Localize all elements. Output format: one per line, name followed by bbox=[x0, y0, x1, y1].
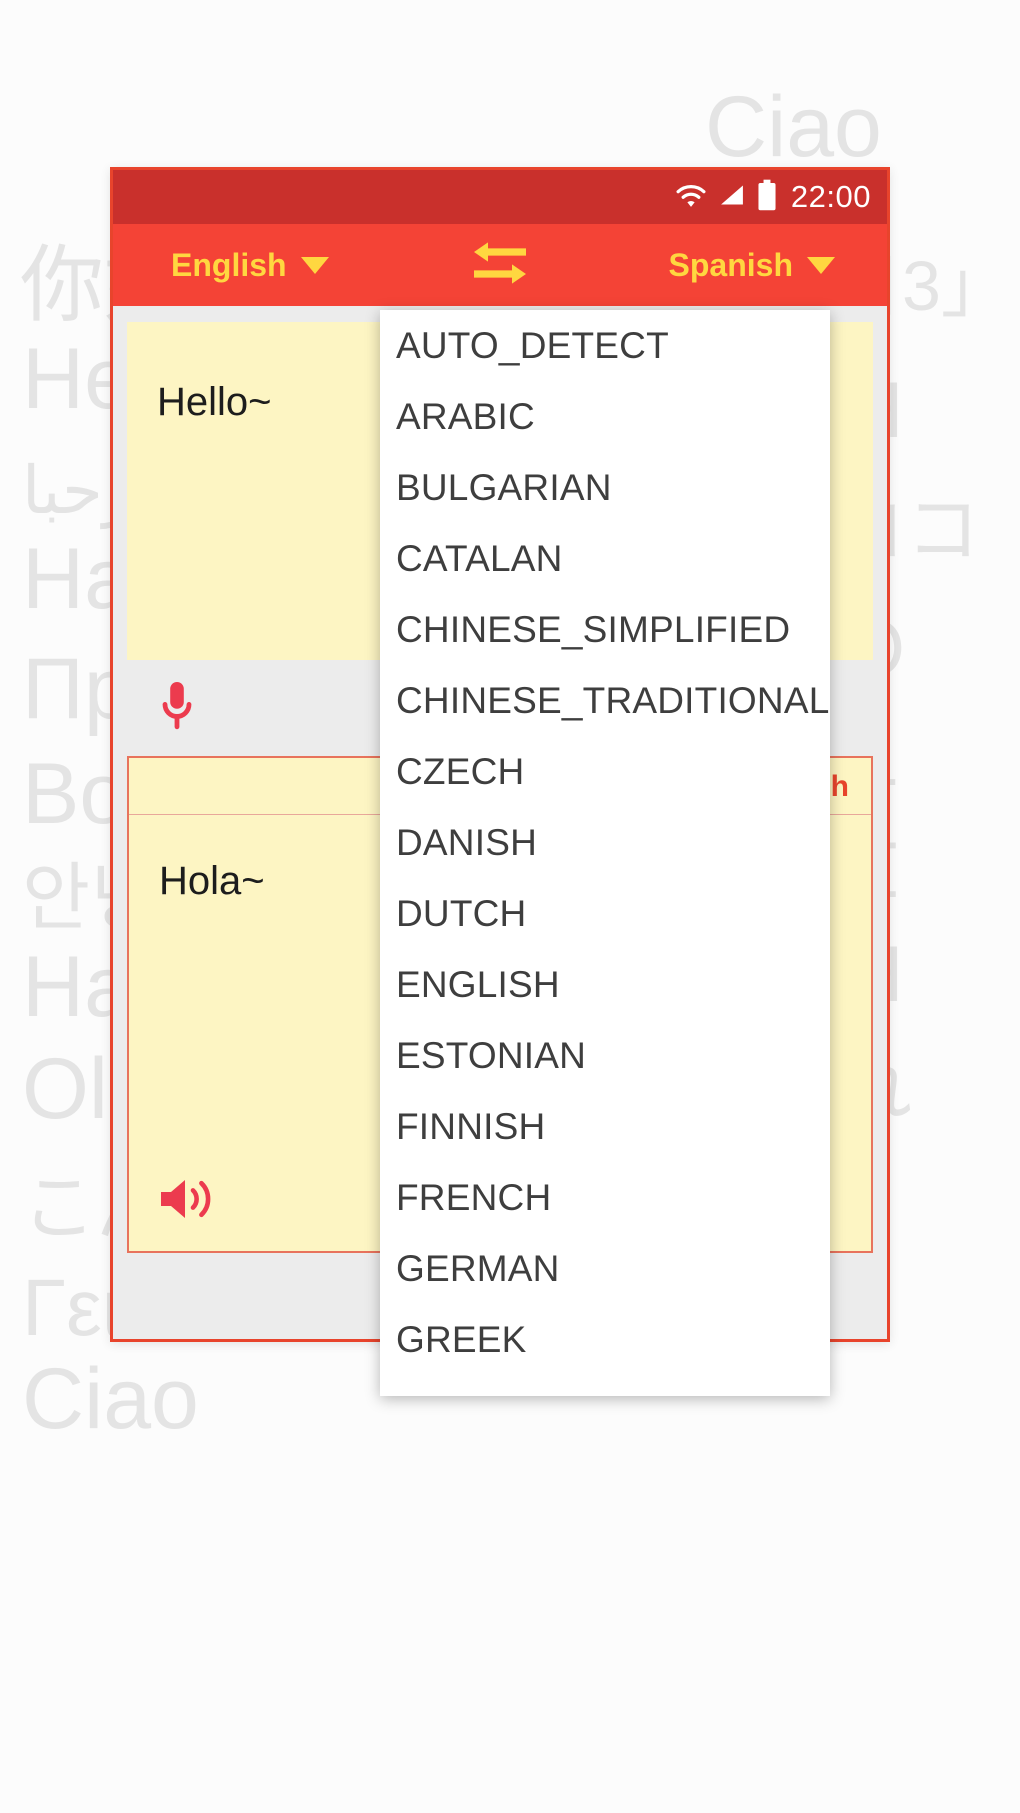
target-language-label: Spanish bbox=[668, 246, 793, 283]
wallpaper-word: Ciao bbox=[705, 79, 882, 175]
status-time: 22:00 bbox=[790, 179, 871, 214]
dropdown-item-arabic[interactable]: ARABIC bbox=[380, 381, 830, 452]
translate-toolbar: English Spanish bbox=[113, 224, 887, 306]
source-language-selector[interactable]: English bbox=[171, 247, 329, 284]
swap-languages-button[interactable] bbox=[468, 236, 532, 295]
wifi-icon bbox=[674, 181, 708, 214]
dropdown-item-chinese-simplified[interactable]: CHINESE_SIMPLIFIED bbox=[380, 594, 830, 665]
dropdown-item-french[interactable]: FRENCH bbox=[380, 1162, 830, 1233]
source-language-label: English bbox=[171, 246, 287, 283]
wallpaper-word: Γει bbox=[22, 1263, 120, 1352]
chevron-down-icon bbox=[807, 256, 835, 274]
dropdown-item-english[interactable]: ENGLISH bbox=[380, 949, 830, 1020]
chevron-down-icon bbox=[300, 256, 329, 274]
dropdown-item-bulgarian[interactable]: BULGARIAN bbox=[380, 452, 830, 523]
dropdown-item-catalan[interactable]: CATALAN bbox=[380, 523, 830, 594]
dropdown-item-german[interactable]: GERMAN bbox=[380, 1233, 830, 1304]
dropdown-item-chinese-traditional[interactable]: CHINESE_TRADITIONAL bbox=[380, 665, 830, 736]
status-bar: 22:00 bbox=[113, 170, 887, 224]
dropdown-item-danish[interactable]: DANISH bbox=[380, 807, 830, 878]
language-dropdown-menu[interactable]: AUTO_DETECT ARABIC BULGARIAN CATALAN CHINESE… bbox=[380, 310, 830, 1396]
speaker-icon bbox=[157, 1180, 213, 1228]
dropdown-item-finnish[interactable]: FINNISH bbox=[380, 1091, 830, 1162]
dropdown-item-greek[interactable]: GREEK bbox=[380, 1304, 830, 1375]
microphone-icon[interactable] bbox=[157, 678, 197, 739]
dropdown-item-auto-detect[interactable]: AUTO_DETECT bbox=[380, 310, 830, 381]
wallpaper-word: Ciao bbox=[22, 1351, 199, 1447]
dropdown-item-czech[interactable]: CZECH bbox=[380, 736, 830, 807]
speak-result-button[interactable] bbox=[157, 1174, 213, 1229]
target-language-selector[interactable]: Spanish bbox=[669, 247, 835, 284]
battery-icon bbox=[756, 179, 778, 216]
cell-signal-icon bbox=[717, 181, 747, 214]
dropdown-item-dutch[interactable]: DUTCH bbox=[380, 878, 830, 949]
dropdown-item-estonian[interactable]: ESTONIAN bbox=[380, 1020, 830, 1091]
status-icons bbox=[674, 179, 778, 216]
swap-arrows-icon bbox=[468, 236, 532, 295]
